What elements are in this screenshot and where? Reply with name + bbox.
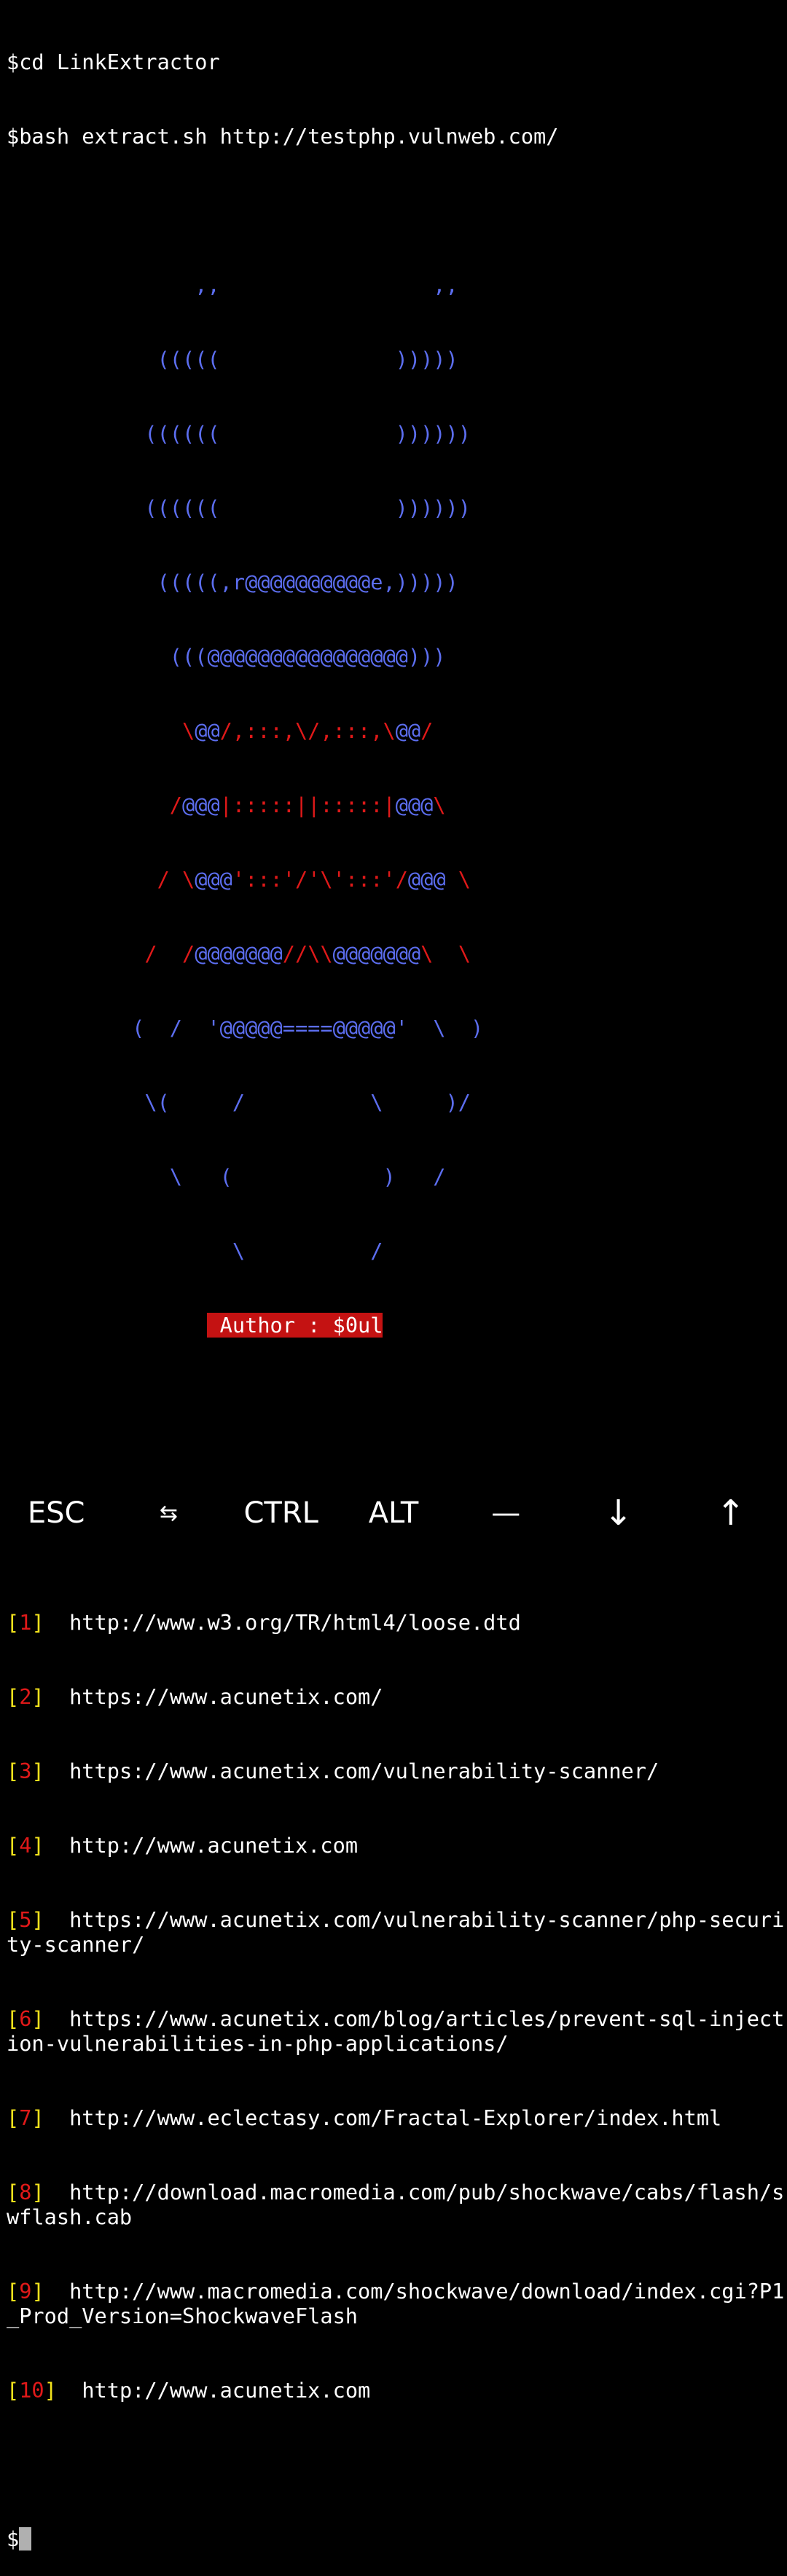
link-url[interactable]: https://www.acunetix.com/vulnerability-s…: [69, 1759, 659, 1783]
ascii-art-line: /@@@|:::::||:::::|@@@\: [169, 793, 446, 817]
arrow-down-icon[interactable]: ↓: [562, 1493, 674, 1534]
prompt-symbol: $: [7, 124, 20, 149]
link-index: 9: [19, 2279, 32, 2304]
terminal-output[interactable]: $cd LinkExtractor $bash extract.sh http:…: [7, 0, 787, 2576]
link-item: [3] https://www.acunetix.com/vulnerabili…: [7, 1759, 659, 1783]
link-index: 4: [19, 1833, 32, 1858]
arrow-up-icon[interactable]: ↑: [675, 1493, 787, 1534]
ascii-art-line: ,, ,,: [7, 272, 458, 297]
author-line: Author : $0ul: [7, 1313, 787, 1338]
ascii-art-line: / \@@@':::'/'\':::'/@@@ \: [157, 867, 471, 892]
link-item: [2] https://www.acunetix.com/: [7, 1684, 383, 1709]
link-url[interactable]: https://www.acunetix.com/blog/articles/p…: [7, 2006, 784, 2056]
prompt-symbol: $: [7, 2526, 20, 2551]
ascii-art-line: (((@@@@@@@@@@@@@@@@))): [7, 644, 446, 669]
link-url[interactable]: http://www.w3.org/TR/html4/loose.dtd: [69, 1610, 521, 1635]
link-index: 3: [19, 1759, 32, 1783]
link-item: [7] http://www.eclectasy.com/Fractal-Exp…: [7, 2105, 722, 2130]
link-index: 2: [19, 1684, 32, 1709]
link-item: [4] http://www.acunetix.com: [7, 1833, 359, 1858]
command-line: $bash extract.sh http://testphp.vulnweb.…: [7, 124, 787, 149]
link-item: [1] http://www.w3.org/TR/html4/loose.dtd: [7, 1610, 521, 1635]
link-item: [8] http://download.macromedia.com/pub/s…: [7, 2180, 785, 2229]
link-index: 5: [19, 1907, 32, 1932]
link-url[interactable]: http://download.macromedia.com/pub/shock…: [7, 2180, 784, 2229]
text-cursor: [19, 2527, 32, 2551]
link-item: [6] https://www.acunetix.com/blog/articl…: [7, 2006, 785, 2056]
ascii-art-line: / /@@@@@@@//\\@@@@@@@\ \: [144, 941, 471, 966]
ascii-art-line: \( / \ )/: [7, 1090, 471, 1115]
extra-keys-bar: ESC ⇆ CTRL ALT — ↓ ↑: [0, 1477, 787, 1550]
ascii-art-line: (((((( )))))): [7, 421, 471, 446]
link-index: 6: [19, 2006, 32, 2031]
ctrl-key[interactable]: CTRL: [225, 1496, 337, 1530]
command-text: bash extract.sh http://testphp.vulnweb.c…: [19, 124, 559, 149]
ascii-art-line: (((((( )))))): [7, 495, 471, 520]
link-item: [5] https://www.acunetix.com/vulnerabili…: [7, 1907, 785, 1957]
esc-key[interactable]: ESC: [0, 1496, 112, 1530]
link-url[interactable]: https://www.acunetix.com/vulnerability-s…: [7, 1907, 784, 1957]
tab-icon[interactable]: ⇆: [112, 1501, 224, 1526]
link-index: 7: [19, 2105, 32, 2130]
alt-key[interactable]: ALT: [337, 1496, 450, 1530]
ascii-art-line: ( / '@@@@@====@@@@@' \ ): [7, 1016, 484, 1040]
ascii-art-line: ((((( ))))): [7, 347, 458, 372]
link-index: 1: [19, 1610, 32, 1635]
link-url[interactable]: http://www.macromedia.com/shockwave/down…: [7, 2279, 784, 2328]
ascii-art-line: \ ( ) /: [7, 1164, 446, 1189]
dash-icon[interactable]: —: [450, 1496, 562, 1530]
ascii-art-line: \@@/,:::,\/,:::,\@@/: [182, 718, 434, 743]
link-index: 10: [19, 2378, 44, 2403]
link-url[interactable]: https://www.acunetix.com/: [69, 1684, 383, 1709]
link-url[interactable]: http://www.acunetix.com: [69, 1833, 358, 1858]
ascii-art-banner: ,, ,, ((((( ))))) (((((( )))))) (((((( )…: [7, 223, 787, 1387]
link-url[interactable]: http://www.eclectasy.com/Fractal-Explore…: [69, 2105, 721, 2130]
link-url[interactable]: http://www.acunetix.com: [82, 2378, 370, 2403]
link-list: [1] http://www.w3.org/TR/html4/loose.dtd…: [7, 1560, 787, 2452]
link-index: 8: [19, 2180, 32, 2204]
link-item: [9] http://www.macromedia.com/shockwave/…: [7, 2279, 785, 2328]
link-item: [10] http://www.acunetix.com: [7, 2378, 371, 2403]
command-line: $cd LinkExtractor: [7, 50, 787, 74]
ascii-art-line: \ /: [7, 1238, 383, 1263]
author-badge: Author : $0ul: [207, 1313, 383, 1338]
input-line[interactable]: $: [7, 2526, 787, 2551]
command-text: cd LinkExtractor: [19, 50, 220, 74]
ascii-art-line: (((((,r@@@@@@@@@@e,))))): [7, 570, 458, 594]
prompt-symbol: $: [7, 50, 20, 74]
